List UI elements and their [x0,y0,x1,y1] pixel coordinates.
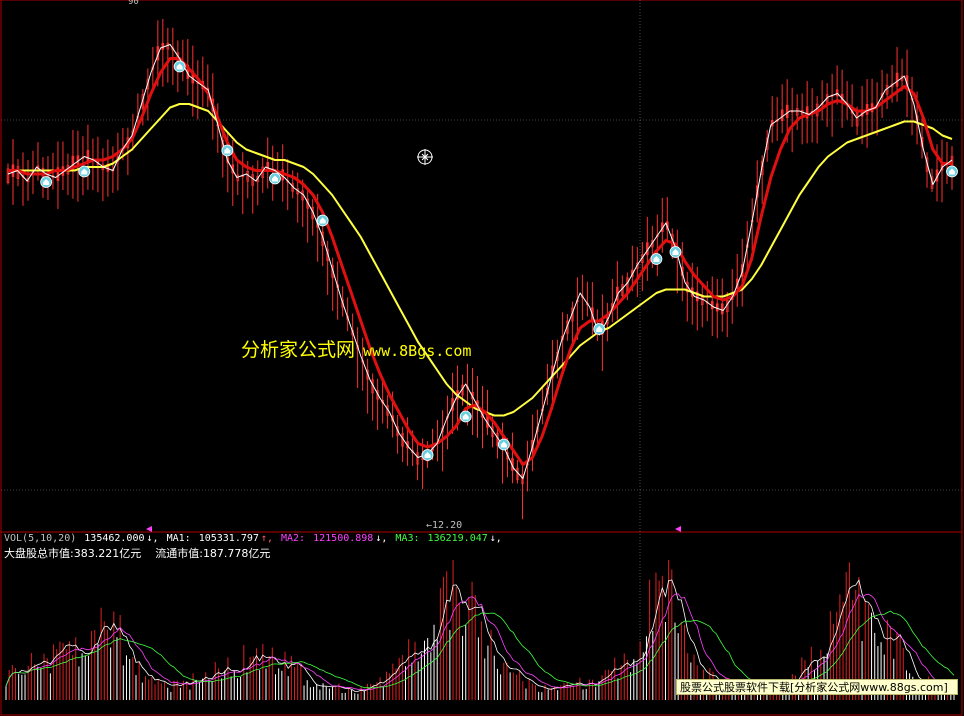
high-price-label: 90 [128,0,139,7]
candle-body [895,72,899,87]
vol-value: 135462.000 [84,533,145,544]
house-icon [946,165,958,178]
candle-body [720,303,724,315]
house-icon [497,438,510,451]
house-icon [269,172,281,185]
price-candles [6,18,954,520]
stock-chart [0,0,963,716]
candle-body [785,104,789,119]
volume-header: VOL(5,10,20) 135462.000 ↓, MA1: 105331.79… [4,533,504,545]
ma1-arrow: ↑, [260,533,273,544]
ma2-value: 121500.898 [313,533,374,544]
float-cap-label: 流通市值: [155,547,203,560]
footer-banner[interactable]: 股票公式股票软件下载[分析家公式网www.88gs.com] [676,679,958,695]
marker-triangle [675,526,681,532]
house-icon [78,165,91,178]
candle-body [161,42,165,50]
ma3-value: 136219.047 [427,533,488,544]
low-price-value: 12.20 [432,520,463,531]
crosshair-icon [417,149,433,165]
watermark: 分析家公式网 www.8Bgs.com [241,335,471,362]
house-icon [421,449,434,461]
ma1-label: MA1: [166,533,191,544]
vol-arrow: ↓, [146,533,159,544]
capitalization-line: 大盘股总市值:383.221亿元 流通市值:187.778亿元 [4,545,270,561]
ma3-arrow: ↓, [489,533,502,544]
crosshair-lines [417,149,433,165]
candle-body [715,303,719,312]
buy-markers [40,60,958,461]
total-cap-label: 大盘股总市值: [4,547,74,560]
candle-body [835,89,839,97]
house-icon [173,60,186,73]
house-icon [316,214,329,227]
low-price-label: ←12.20 [426,520,463,531]
house-icon [221,144,234,157]
ma2-arrow: ↓, [375,533,388,544]
house-icon [650,253,663,265]
price-line-white [7,44,953,479]
vol-label: VOL(5,10,20) [4,533,77,544]
marker-triangle [146,526,152,532]
house-icon [40,176,53,188]
ma2-label: MA2: [281,533,306,544]
ma3-label: MA3: [395,533,420,544]
house-icon [459,410,472,423]
house-icon [593,323,606,335]
float-cap-value: 187.778亿元 [202,547,271,560]
price-line-red [8,57,952,466]
watermark-text: 分析家公式网 [241,339,356,361]
watermark-url: www.8Bgs.com [363,342,472,360]
price-lines [7,44,953,479]
candle-body [780,109,784,122]
house-icon [669,246,682,258]
total-cap-value: 383.221亿元 [73,547,142,560]
ma1-value: 105331.797 [198,533,259,544]
price-line-yellow [8,103,953,417]
